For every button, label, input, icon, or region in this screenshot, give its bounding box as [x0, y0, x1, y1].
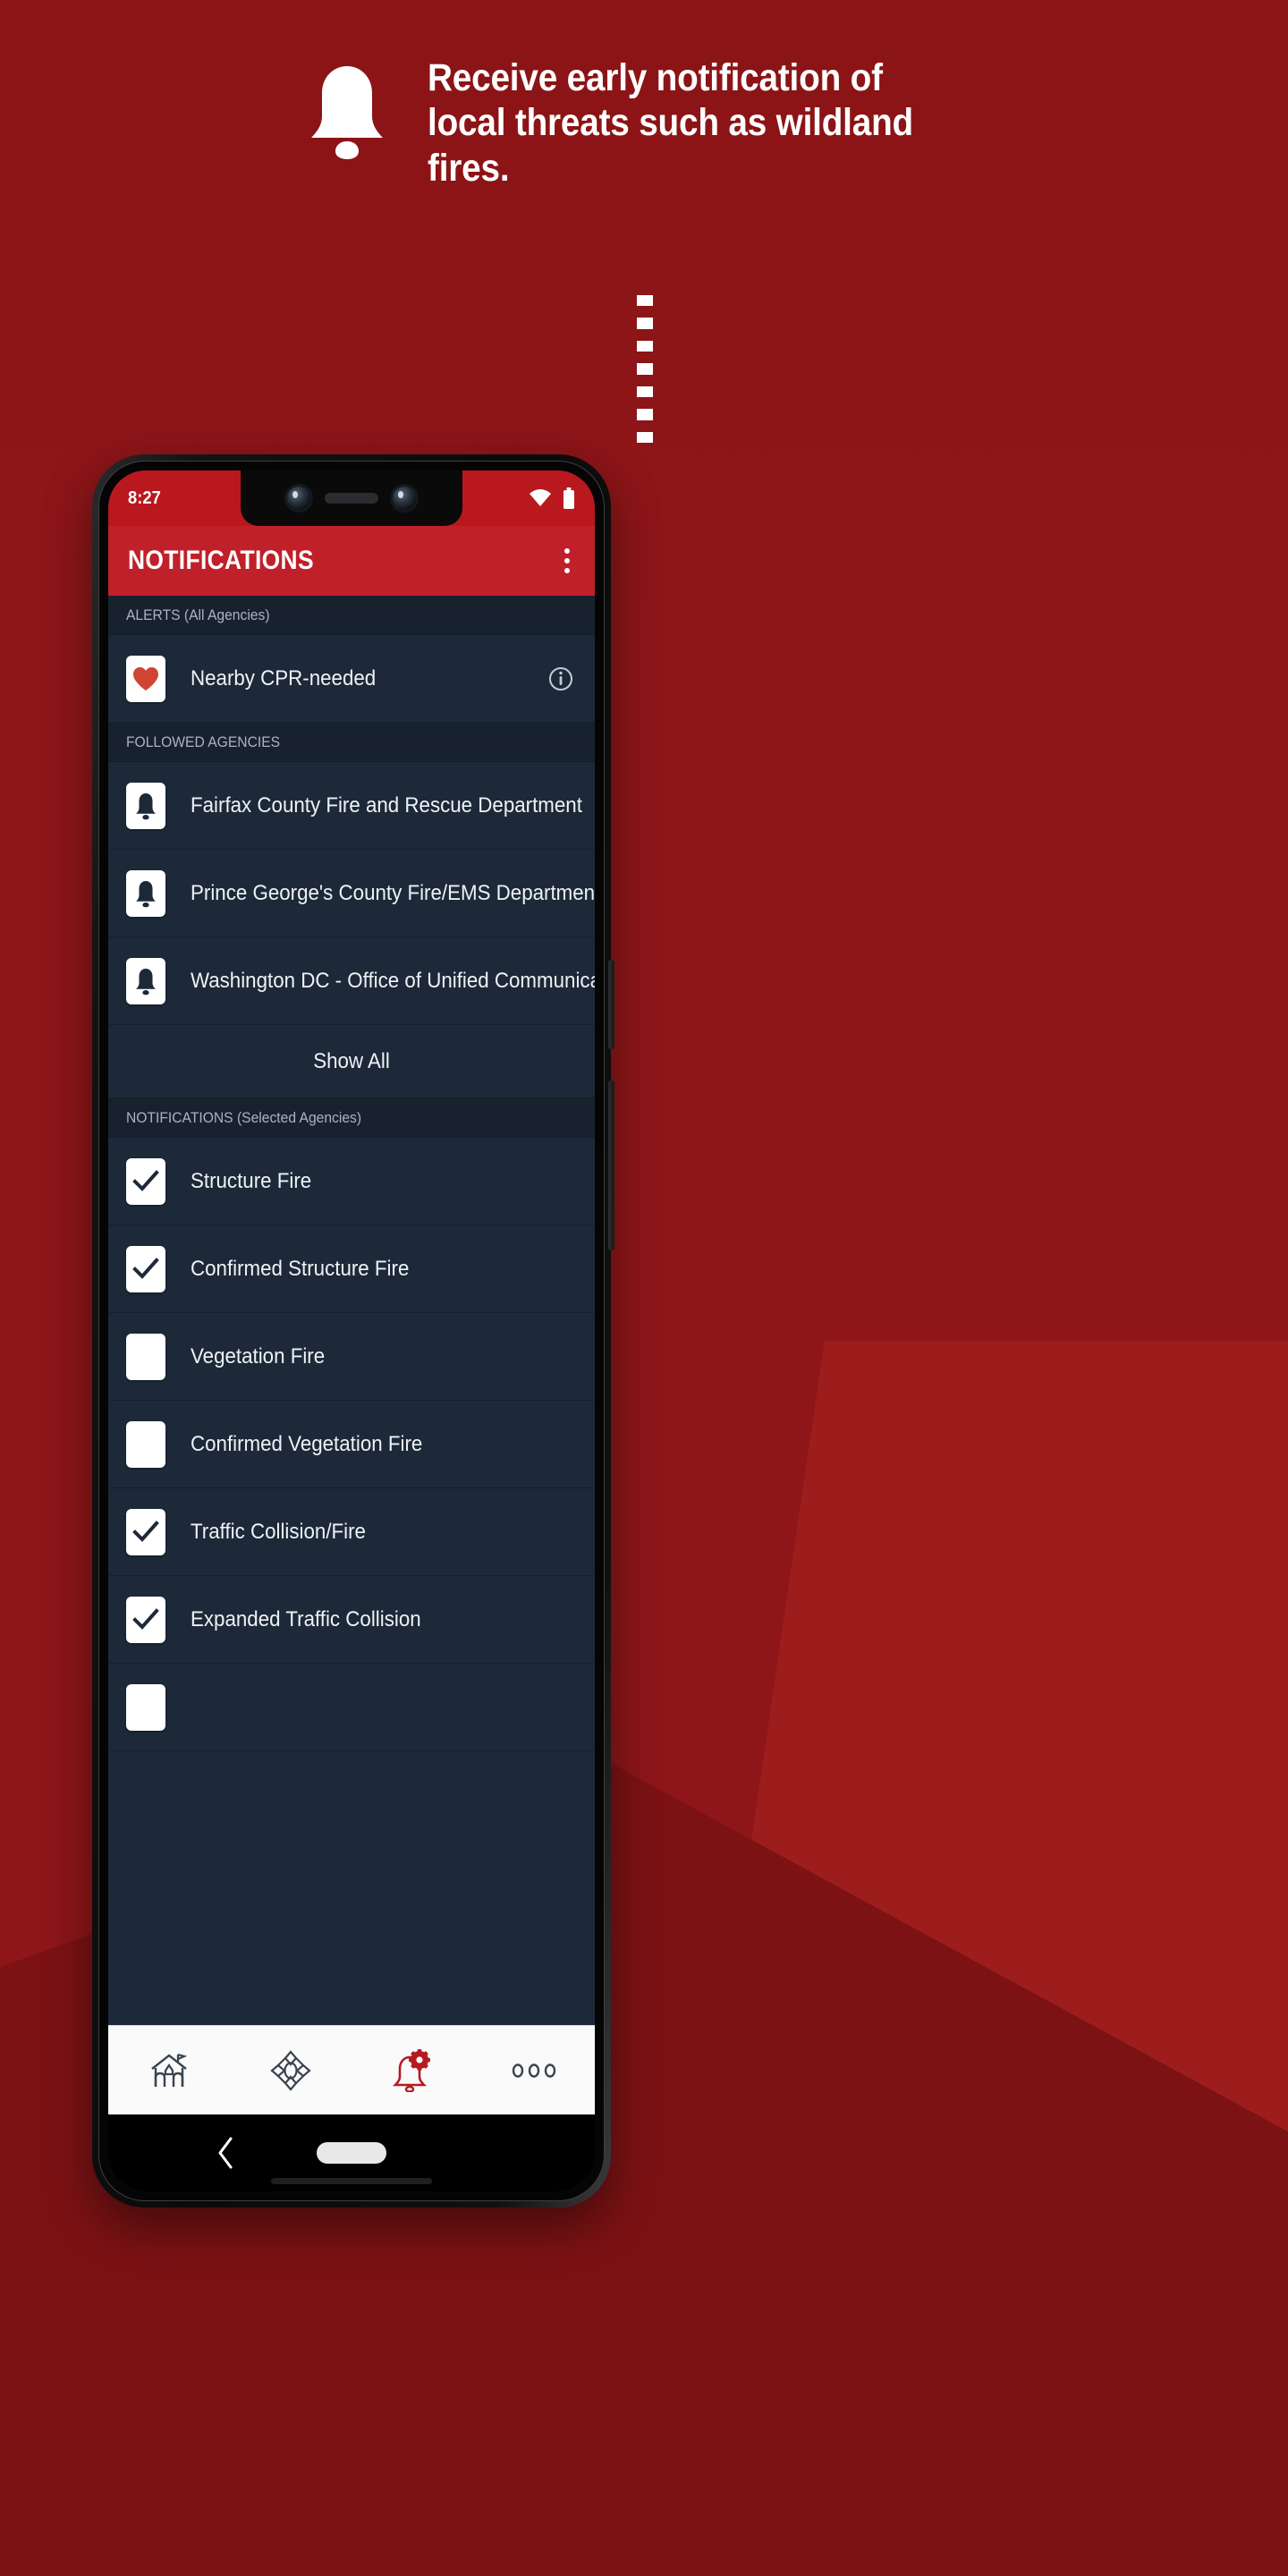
list-item-notification-type[interactable]: Confirmed Structure Fire	[108, 1225, 595, 1313]
nav-item-more[interactable]	[473, 2026, 595, 2114]
nav-item-agencies[interactable]	[230, 2026, 352, 2114]
bell-icon	[126, 782, 165, 829]
front-camera-icon	[287, 487, 310, 510]
bottom-navigation	[108, 2025, 595, 2114]
checkbox-checked[interactable]	[126, 1508, 165, 1555]
home-pill-handle[interactable]	[317, 2142, 386, 2164]
list-item-label: Nearby CPR-needed	[191, 665, 377, 691]
list-item-label: Vegetation Fire	[191, 1343, 326, 1368]
bell-gear-icon	[392, 2048, 430, 2092]
list-item-notification-type[interactable]: Expanded Traffic Collision	[108, 1576, 595, 1664]
bell-icon	[126, 957, 165, 1004]
show-all-button[interactable]: Show All	[108, 1025, 595, 1098]
list-item-agency[interactable]: Washington DC - Office of Unified Commun…	[108, 937, 595, 1025]
list-item-notification-type[interactable]: Structure Fire	[108, 1138, 595, 1225]
fire-maltese-cross-icon	[270, 2049, 311, 2091]
earpiece-speaker	[325, 493, 378, 504]
list-item-notification-type-partial[interactable]	[108, 1664, 595, 1751]
list-item-label: Traffic Collision/Fire	[191, 1519, 366, 1544]
overflow-menu-icon[interactable]	[559, 539, 575, 582]
more-dots-icon	[512, 2063, 556, 2078]
list-item-label: Confirmed Vegetation Fire	[191, 1431, 423, 1456]
show-all-label: Show All	[313, 1048, 390, 1073]
list-item-label: Fairfax County Fire and Rescue Departmen…	[191, 792, 582, 818]
phone-notch	[241, 470, 462, 526]
list-item-label: Washington DC - Office of Unified Commun…	[191, 968, 595, 993]
status-icons	[529, 487, 575, 509]
battery-icon	[564, 487, 574, 509]
checkbox-checked[interactable]	[126, 1157, 165, 1205]
nav-item-home[interactable]	[108, 2026, 230, 2114]
section-header-alerts-label: ALERTS (All Agencies)	[126, 606, 270, 623]
list-item-label: Confirmed Structure Fire	[191, 1256, 410, 1281]
checkbox-unchecked[interactable]	[126, 1420, 165, 1468]
wifi-icon	[530, 489, 551, 506]
phone-chin-speaker	[271, 2178, 432, 2184]
list-item-label: Prince George's County Fire/EMS Departme…	[191, 880, 595, 905]
list-item-nearby-cpr[interactable]: Nearby CPR-needed	[108, 635, 595, 723]
list-item-label: Expanded Traffic Collision	[191, 1606, 421, 1631]
volume-button[interactable]	[608, 1080, 614, 1250]
section-header-followed-agencies-label: FOLLOWED AGENCIES	[126, 733, 281, 750]
list-item-label: Structure Fire	[191, 1168, 312, 1193]
settings-list[interactable]: ALERTS (All Agencies) Nearby CPR-needed …	[108, 596, 595, 2025]
dotted-line-connector	[637, 295, 653, 443]
section-header-notifications: NOTIFICATIONS (Selected Agencies)	[108, 1098, 595, 1138]
heart-icon	[126, 655, 165, 702]
page-title: NOTIFICATIONS	[128, 546, 314, 575]
checkbox-checked[interactable]	[126, 1596, 165, 1643]
power-button[interactable]	[608, 960, 614, 1049]
phone-mockup: 8:27 NOTIFICATIONS ALERTS (All Agencies)…	[92, 454, 614, 2207]
section-header-followed-agencies: FOLLOWED AGENCIES	[108, 723, 595, 762]
front-camera-secondary-icon	[393, 487, 416, 510]
info-icon[interactable]	[548, 666, 573, 691]
list-item-notification-type[interactable]: Vegetation Fire	[108, 1313, 595, 1401]
checkbox-checked[interactable]	[126, 1245, 165, 1292]
checkbox-unchecked[interactable]	[126, 1333, 165, 1380]
bell-icon	[311, 66, 383, 159]
list-item-agency[interactable]: Fairfax County Fire and Rescue Departmen…	[108, 762, 595, 850]
list-item-agency[interactable]: Prince George's County Fire/EMS Departme…	[108, 850, 595, 937]
phone-screen: 8:27 NOTIFICATIONS ALERTS (All Agencies)…	[108, 470, 595, 2191]
status-time: 8:27	[128, 487, 161, 508]
app-bar: NOTIFICATIONS	[108, 526, 595, 596]
firehouse-icon	[151, 2053, 188, 2087]
bell-icon	[126, 869, 165, 917]
list-item-notification-type[interactable]: Confirmed Vegetation Fire	[108, 1401, 595, 1488]
promo-headline-text: Receive early notification of local thre…	[428, 56, 914, 190]
section-header-notifications-label: NOTIFICATIONS (Selected Agencies)	[126, 1108, 362, 1126]
back-chevron-icon[interactable]	[216, 2136, 235, 2170]
checkbox-unchecked[interactable]	[126, 1683, 165, 1731]
list-item-notification-type[interactable]: Traffic Collision/Fire	[108, 1488, 595, 1576]
promo-headline-block: Receive early notification of local thre…	[0, 55, 1288, 190]
nav-item-notifications[interactable]	[352, 2026, 473, 2114]
section-header-alerts: ALERTS (All Agencies)	[108, 596, 595, 635]
